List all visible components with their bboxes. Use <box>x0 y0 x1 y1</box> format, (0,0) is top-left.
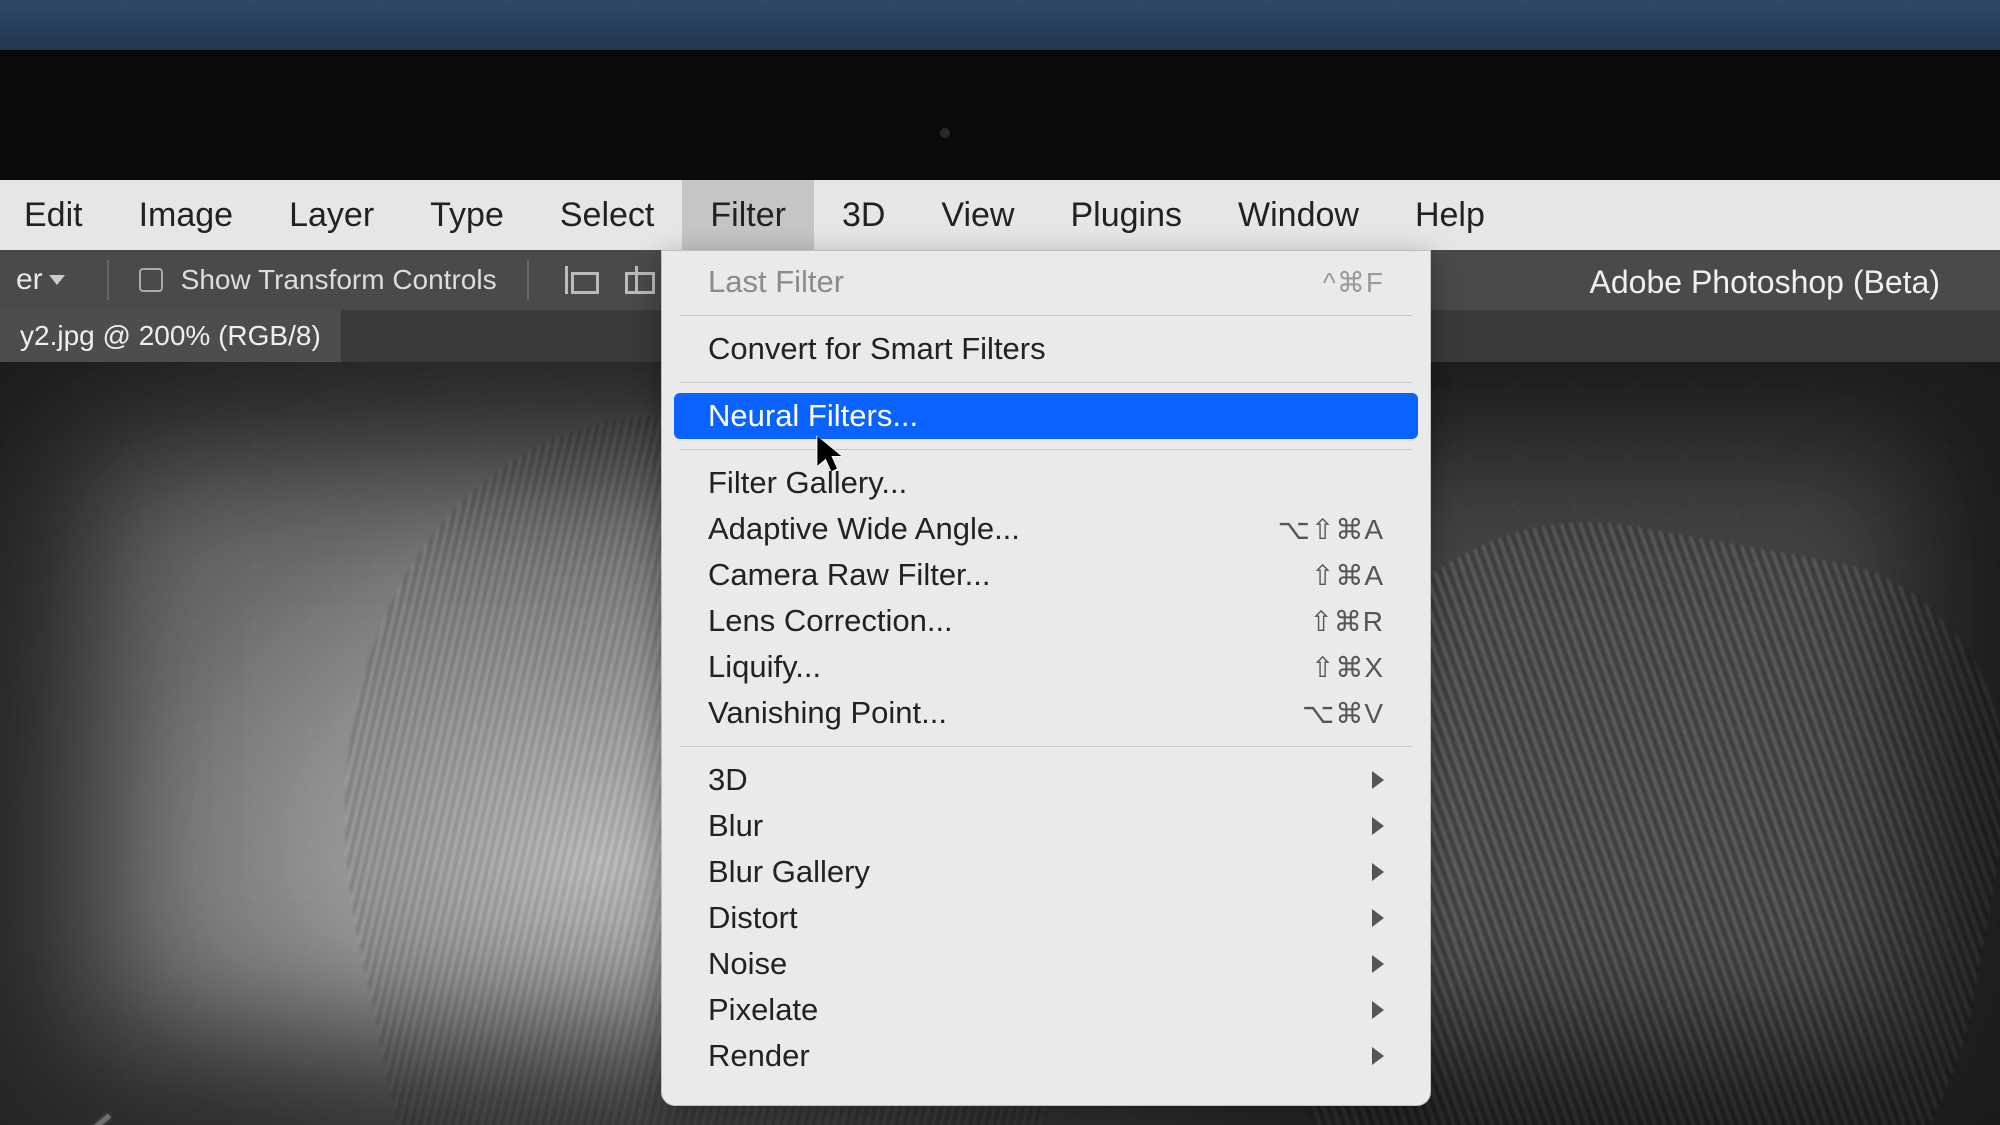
menu-item-vanishing-point[interactable]: Vanishing Point... ⌥⌘V <box>662 690 1430 736</box>
menu-item-label: Last Filter <box>708 264 844 300</box>
menu-layer[interactable]: Layer <box>261 180 402 250</box>
menu-item-neural-filters[interactable]: Neural Filters... <box>674 393 1418 439</box>
align-left-icon <box>565 266 593 294</box>
menu-item-label: Blur <box>708 808 763 844</box>
align-left-button[interactable] <box>559 260 599 300</box>
menu-item-convert-for-smart-filters[interactable]: Convert for Smart Filters <box>662 326 1430 372</box>
menu-view[interactable]: View <box>913 180 1042 250</box>
tool-preset-dropdown[interactable]: er <box>4 259 77 301</box>
menu-shortcut: ⌥⇧⌘A <box>1278 513 1384 546</box>
menu-item-label: Distort <box>708 900 798 936</box>
menu-shortcut: ⇧⌘R <box>1309 605 1384 638</box>
menu-plugins[interactable]: Plugins <box>1043 180 1211 250</box>
menu-item-label: 3D <box>708 762 748 798</box>
align-center-icon <box>623 266 651 294</box>
show-transform-checkbox[interactable] <box>139 268 163 292</box>
menu-item-noise[interactable]: Noise <box>662 941 1430 987</box>
filter-dropdown-menu: Last Filter ^⌘F Convert for Smart Filters N… <box>661 250 1431 1106</box>
align-center-button[interactable] <box>617 260 657 300</box>
menu-item-3d[interactable]: 3D <box>662 757 1430 803</box>
menu-item-label: Filter Gallery... <box>708 465 907 501</box>
menu-item-label: Camera Raw Filter... <box>708 557 991 593</box>
menu-separator <box>680 382 1412 383</box>
menu-item-label: Liquify... <box>708 649 821 685</box>
menu-item-label: Lens Correction... <box>708 603 953 639</box>
menu-item-label: Render <box>708 1038 810 1074</box>
cursor-icon <box>816 435 844 471</box>
menu-item-camera-raw-filter[interactable]: Camera Raw Filter... ⇧⌘A <box>662 552 1430 598</box>
menu-window[interactable]: Window <box>1210 180 1387 250</box>
menu-item-liquify[interactable]: Liquify... ⇧⌘X <box>662 644 1430 690</box>
menu-edit[interactable]: Edit <box>0 180 111 250</box>
monitor-bezel <box>0 50 2000 180</box>
separator <box>527 260 529 300</box>
menu-item-render[interactable]: Render <box>662 1033 1430 1079</box>
menu-shortcut: ⌥⌘V <box>1302 697 1384 730</box>
menu-separator <box>680 315 1412 316</box>
menu-item-label: Convert for Smart Filters <box>708 331 1046 367</box>
desktop-top-bar <box>0 0 2000 50</box>
menu-help[interactable]: Help <box>1387 180 1513 250</box>
menu-type[interactable]: Type <box>402 180 532 250</box>
menu-shortcut: ⇧⌘A <box>1311 559 1384 592</box>
menu-separator <box>680 449 1412 450</box>
webcam-dot-icon <box>940 128 950 138</box>
separator <box>107 260 109 300</box>
menu-item-blur-gallery[interactable]: Blur Gallery <box>662 849 1430 895</box>
chevron-down-icon <box>49 275 65 285</box>
menu-separator <box>680 746 1412 747</box>
menu-item-pixelate[interactable]: Pixelate <box>662 987 1430 1033</box>
menu-item-label: Neural Filters... <box>708 398 918 434</box>
tool-label: er <box>16 263 43 297</box>
show-transform-label: Show Transform Controls <box>181 264 497 296</box>
menu-item-label: Blur Gallery <box>708 854 870 890</box>
menu-item-adaptive-wide-angle[interactable]: Adaptive Wide Angle... ⌥⇧⌘A <box>662 506 1430 552</box>
menu-image[interactable]: Image <box>111 180 262 250</box>
menu-item-distort[interactable]: Distort <box>662 895 1430 941</box>
menu-item-last-filter: Last Filter ^⌘F <box>662 259 1430 305</box>
menu-item-filter-gallery[interactable]: Filter Gallery... <box>662 460 1430 506</box>
menu-item-lens-correction[interactable]: Lens Correction... ⇧⌘R <box>662 598 1430 644</box>
app-title: Adobe Photoshop (Beta) <box>1590 264 1940 301</box>
menu-shortcut: ⇧⌘X <box>1311 651 1384 684</box>
app-menubar: Edit Image Layer Type Select Filter 3D V… <box>0 180 2000 250</box>
menu-item-blur[interactable]: Blur <box>662 803 1430 849</box>
document-tab[interactable]: y2.jpg @ 200% (RGB/8) <box>0 310 341 362</box>
menu-select[interactable]: Select <box>532 180 683 250</box>
menu-item-label: Vanishing Point... <box>708 695 947 731</box>
menu-shortcut: ^⌘F <box>1323 266 1384 299</box>
menu-item-label: Adaptive Wide Angle... <box>708 511 1020 547</box>
menu-filter[interactable]: Filter <box>682 180 814 250</box>
menu-item-label: Pixelate <box>708 992 818 1028</box>
menu-item-label: Noise <box>708 946 787 982</box>
menu-3d[interactable]: 3D <box>814 180 913 250</box>
